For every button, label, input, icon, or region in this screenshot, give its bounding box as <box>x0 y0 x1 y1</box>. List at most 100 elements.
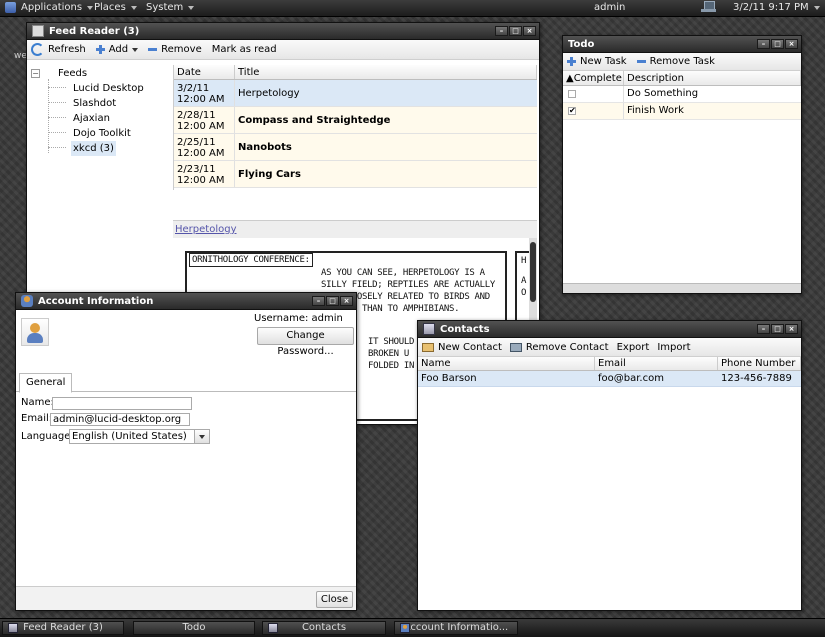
user-name[interactable]: admin <box>594 2 625 13</box>
taskbar-item-account-information[interactable]: Account Informatio... <box>394 621 518 635</box>
avatar-icon[interactable] <box>21 318 49 346</box>
import-button[interactable]: Import <box>657 342 690 353</box>
applications-menu[interactable]: Applications <box>5 2 94 13</box>
network-icon[interactable] <box>701 1 716 14</box>
maximize-button[interactable]: □ <box>509 26 522 36</box>
chevron-down-icon <box>132 47 139 52</box>
close-button[interactable]: × <box>523 26 536 36</box>
close-button[interactable]: × <box>785 324 798 334</box>
window-title: Todo <box>568 38 595 50</box>
close-dialog-button[interactable]: Close <box>316 591 353 608</box>
feed-item[interactable]: Lucid Desktop <box>73 81 144 96</box>
column-header-description[interactable]: Description <box>624 71 801 85</box>
date-cell: 3/2/11 12:00 AM <box>174 80 235 106</box>
contacts-icon <box>423 323 435 335</box>
remove-contact-label: Remove Contact <box>525 341 609 353</box>
minimize-button[interactable]: – <box>757 39 770 49</box>
new-contact-label: New Contact <box>438 341 502 353</box>
feed-item[interactable]: Ajaxian <box>73 111 110 126</box>
close-button[interactable]: × <box>785 39 798 49</box>
chevron-down-icon <box>813 5 820 10</box>
tree-collapse-icon[interactable]: − <box>31 69 40 78</box>
tab-general[interactable]: General <box>19 373 73 393</box>
remove-button[interactable]: Remove <box>148 44 202 55</box>
contact-card-icon <box>422 342 434 352</box>
chevron-down-icon[interactable] <box>194 430 209 443</box>
todo-toolbar: New Task Remove Task <box>563 53 801 71</box>
column-header-title[interactable]: Title <box>235 65 537 79</box>
tab-strip: General <box>16 371 356 393</box>
complete-cell <box>563 86 624 102</box>
remove-label: Remove <box>161 44 202 55</box>
feed-item[interactable]: Slashdot <box>73 96 116 111</box>
task-checkbox[interactable] <box>568 90 576 98</box>
taskbar-item-contacts[interactable]: Contacts <box>262 621 386 635</box>
task-checkbox[interactable]: ✔ <box>568 107 576 115</box>
minimize-button[interactable]: – <box>495 26 508 36</box>
change-password-button[interactable]: Change Password... <box>257 327 354 357</box>
comic-caption: ORNITHOLOGY CONFERENCE: <box>189 253 313 267</box>
close-button[interactable]: × <box>340 296 353 306</box>
column-header-phone[interactable]: Phone Number <box>718 357 801 370</box>
title-cell: Herpetology <box>238 88 300 99</box>
new-task-button[interactable]: New Task <box>567 56 627 67</box>
minus-icon <box>148 48 158 51</box>
add-button[interactable]: Add <box>95 44 139 55</box>
taskbar-item-todo[interactable]: Todo <box>133 621 255 635</box>
mark-as-read-button[interactable]: Mark as read <box>212 44 277 55</box>
feed-item[interactable]: Dojo Toolkit <box>73 126 131 141</box>
name-field[interactable] <box>52 397 192 410</box>
table-row[interactable]: 2/25/11 12:00 AM Nanobots <box>174 134 537 161</box>
contacts-titlebar[interactable]: Contacts – □ × <box>418 321 801 338</box>
feed-reader-icon <box>8 623 18 633</box>
minimize-button[interactable]: – <box>312 296 325 306</box>
feed-reader-titlebar[interactable]: Feed Reader (3) – □ × <box>27 23 539 40</box>
table-row[interactable]: ✔ Finish Work <box>563 103 801 120</box>
new-contact-button[interactable]: New Contact <box>422 342 502 353</box>
system-menu[interactable]: System <box>146 2 195 13</box>
app-logo-icon <box>5 2 16 13</box>
maximize-button[interactable]: □ <box>771 324 784 334</box>
feed-toolbar: Refresh Add Remove Mark as read <box>27 40 539 60</box>
places-menu[interactable]: Places <box>94 2 137 13</box>
column-header-complete[interactable]: ▲Complete <box>563 71 624 85</box>
table-row[interactable]: Do Something <box>563 86 801 103</box>
column-header-date[interactable]: Date <box>174 65 235 79</box>
column-header-email[interactable]: Email <box>595 357 718 370</box>
taskbar-item-label: Feed Reader (3) <box>23 622 103 633</box>
email-field[interactable]: admin@lucid-desktop.org <box>50 413 190 426</box>
date-cell: 2/23/11 12:00 AM <box>174 161 235 187</box>
remove-task-button[interactable]: Remove Task <box>636 56 715 67</box>
maximize-button[interactable]: □ <box>326 296 339 306</box>
table-row[interactable]: 3/2/11 12:00 AM Herpetology <box>174 80 537 107</box>
remove-contact-button[interactable]: Remove Contact <box>509 341 609 353</box>
export-button[interactable]: Export <box>617 342 650 353</box>
account-information-window: Account Information – □ × Username: admi… <box>15 292 357 611</box>
desktop-icon-label[interactable]: we <box>14 51 27 61</box>
taskbar-item-feed-reader[interactable]: Feed Reader (3) <box>2 621 124 635</box>
tree-connector <box>48 79 49 153</box>
system-menu-label: System <box>146 2 184 13</box>
plus-icon <box>95 45 105 54</box>
language-select[interactable]: English (United States) <box>69 429 210 444</box>
tree-connector <box>48 87 66 88</box>
maximize-button[interactable]: □ <box>771 39 784 49</box>
minimize-button[interactable]: – <box>757 324 770 334</box>
language-label: Language: <box>21 431 74 442</box>
clock[interactable]: 3/2/11 9:17 PM <box>733 2 820 13</box>
contacts-toolbar: New Contact Remove Contact Export Import <box>418 338 801 357</box>
description-cell: Finish Work <box>627 105 684 116</box>
table-row[interactable]: 2/23/11 12:00 AM Flying Cars <box>174 161 537 188</box>
tree-root-feeds[interactable]: Feeds <box>58 66 87 81</box>
column-header-name[interactable]: Name <box>418 357 595 370</box>
todo-titlebar[interactable]: Todo – □ × <box>563 36 801 53</box>
tree-connector <box>48 117 66 118</box>
feed-items-grid: Date Title 3/2/11 12:00 AM Herpetology 2/… <box>173 65 537 190</box>
article-title-link[interactable]: Herpetology <box>173 221 537 238</box>
account-titlebar[interactable]: Account Information – □ × <box>16 293 356 310</box>
refresh-button[interactable]: Refresh <box>31 43 86 56</box>
language-value: English (United States) <box>72 431 187 442</box>
feed-item-selected[interactable]: xkcd (3) <box>71 141 116 156</box>
table-row[interactable]: Foo Barson foo@bar.com 123-456-7889 <box>418 371 801 387</box>
table-row[interactable]: 2/28/11 12:00 AM Compass and Straightedge <box>174 107 537 134</box>
